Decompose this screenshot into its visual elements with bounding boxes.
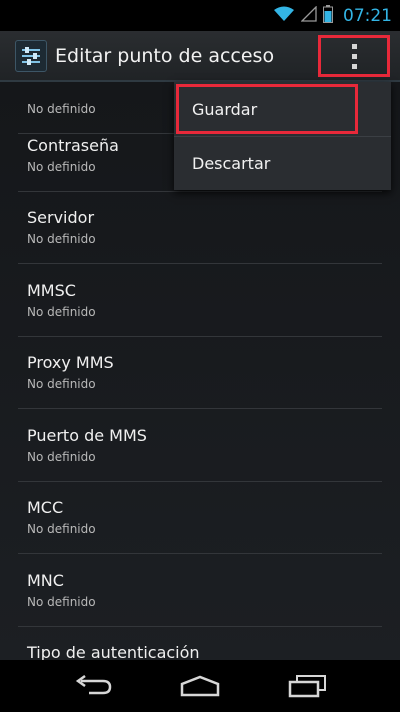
- list-item-server[interactable]: Servidor No definido: [18, 192, 382, 264]
- menu-item-discard[interactable]: Descartar: [174, 136, 391, 190]
- recent-apps-icon[interactable]: [277, 666, 337, 706]
- item-title: Servidor: [27, 208, 95, 227]
- item-title: Contraseña: [27, 136, 119, 155]
- status-time: 07:21: [343, 5, 392, 26]
- home-icon[interactable]: [170, 666, 230, 706]
- save-highlight: [176, 84, 358, 134]
- overflow-menu-button[interactable]: [318, 35, 390, 77]
- overflow-menu-icon: [351, 43, 357, 69]
- item-title: MMSC: [27, 281, 76, 300]
- item-subtitle: No definido: [27, 232, 96, 246]
- list-item-auth-type[interactable]: Tipo de autenticación: [18, 627, 382, 660]
- page-title: Editar punto de acceso: [55, 44, 275, 67]
- battery-icon: [323, 4, 333, 27]
- item-subtitle: No definido: [27, 305, 96, 319]
- item-subtitle: No definido: [27, 595, 96, 609]
- wifi-icon: [273, 6, 295, 26]
- item-title: MNC: [27, 571, 64, 590]
- action-bar: Editar punto de acceso: [0, 31, 400, 82]
- list-item-mnc[interactable]: MNC No definido: [18, 555, 382, 627]
- item-title: MCC: [27, 498, 64, 517]
- list-item-mmsc[interactable]: MMSC No definido: [18, 265, 382, 337]
- item-subtitle: No definido: [27, 522, 96, 536]
- list-item-mcc[interactable]: MCC No definido: [18, 482, 382, 554]
- settings-icon[interactable]: [15, 39, 47, 72]
- item-subtitle: No definido: [27, 450, 96, 464]
- item-subtitle: No definido: [27, 377, 96, 391]
- navigation-bar: [0, 660, 400, 712]
- item-subtitle: No definido: [27, 102, 96, 116]
- item-title: Tipo de autenticación: [27, 643, 200, 660]
- overflow-dropdown-menu: Guardar Descartar: [174, 82, 391, 190]
- status-bar: 07:21: [0, 0, 400, 31]
- item-title: Proxy MMS: [27, 353, 114, 372]
- list-item-mms-proxy[interactable]: Proxy MMS No definido: [18, 337, 382, 409]
- item-title: Puerto de MMS: [27, 426, 147, 445]
- list-item-mms-port[interactable]: Puerto de MMS No definido: [18, 410, 382, 482]
- back-icon[interactable]: [63, 666, 123, 706]
- item-subtitle: No definido: [27, 160, 96, 174]
- signal-icon: [300, 4, 317, 26]
